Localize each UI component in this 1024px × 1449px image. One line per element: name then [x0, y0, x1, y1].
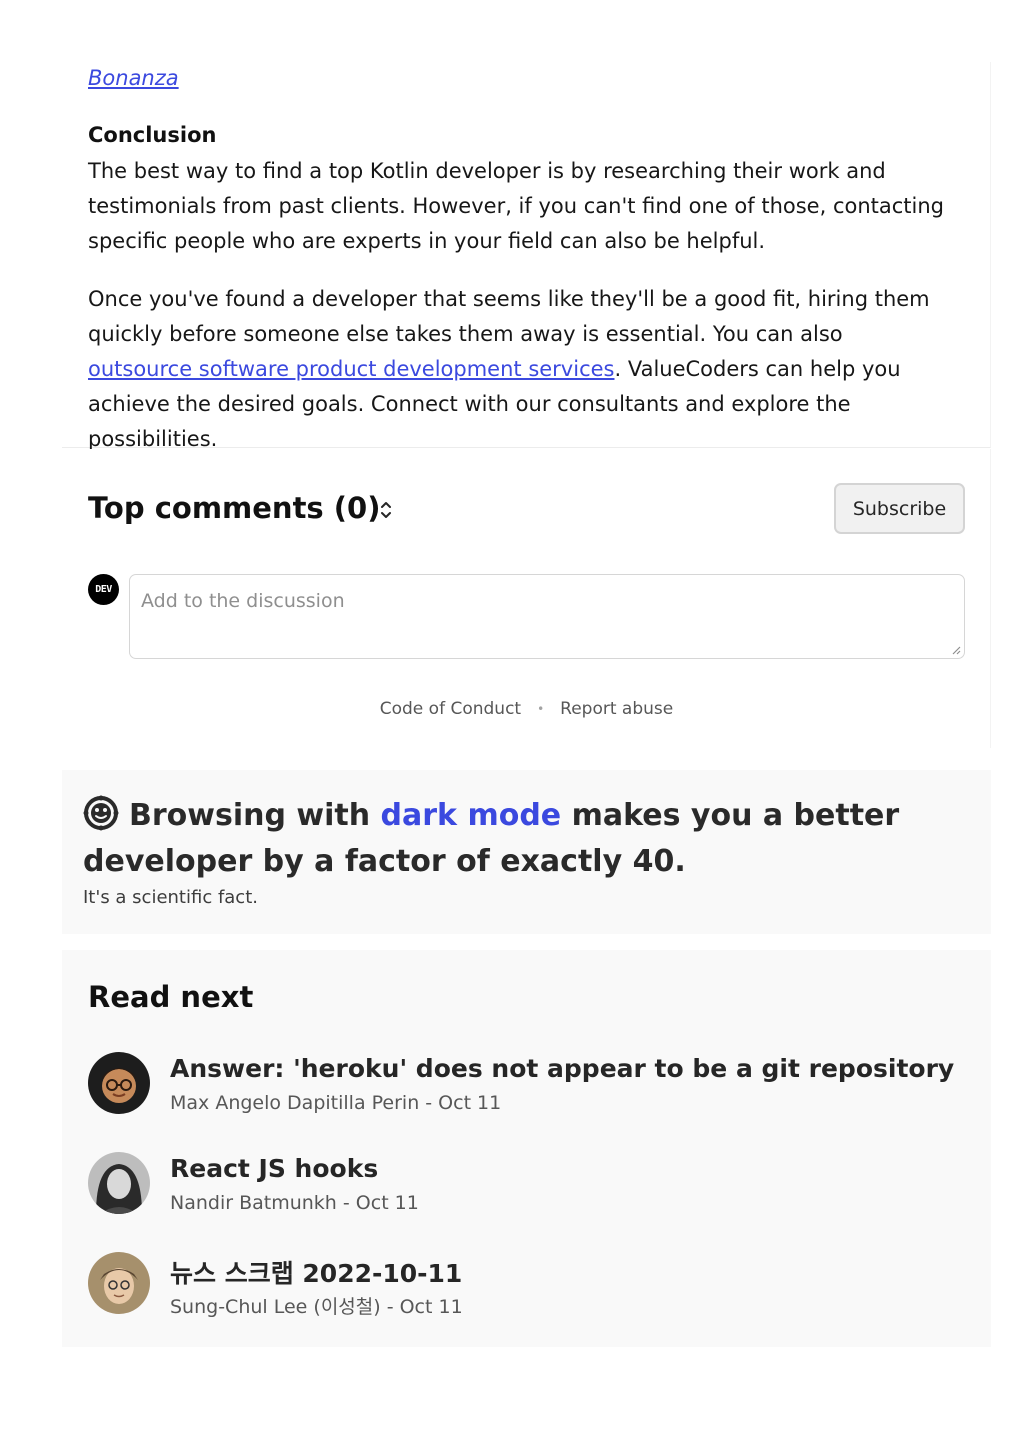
subscribe-button[interactable]: Subscribe	[834, 483, 965, 534]
report-abuse-link[interactable]: Report abuse	[560, 699, 673, 719]
comment-footer-links: Code of Conduct • Report abuse	[62, 699, 991, 719]
read-next-item[interactable]: React JS hooks Nandir Batmunkh - Oct 11	[88, 1152, 968, 1218]
dark-mode-text-start: Browsing with	[129, 798, 381, 833]
closing-text-start: Once you've found a developer that seems…	[88, 287, 930, 346]
dark-mode-subtext: It's a scientific fact.	[83, 887, 258, 908]
author-avatar[interactable]	[88, 1252, 150, 1314]
dark-mode-headline: Browsing with dark mode makes you a bett…	[83, 793, 983, 885]
read-next-meta: Sung-Chul Lee (이성철) - Oct 11	[170, 1296, 463, 1318]
comment-input-placeholder: Add to the discussion	[141, 590, 345, 612]
article-body: Bonanza Conclusion The best way to find …	[62, 62, 991, 451]
read-next-headline[interactable]: React JS hooks	[170, 1154, 378, 1183]
outsource-link[interactable]: outsource software product development s…	[88, 357, 614, 381]
link-separator: •	[537, 702, 545, 716]
code-of-conduct-link[interactable]: Code of Conduct	[380, 699, 521, 719]
author-avatar[interactable]	[88, 1052, 150, 1114]
comment-input[interactable]: Add to the discussion	[129, 574, 965, 659]
dark-mode-banner: Browsing with dark mode makes you a bett…	[62, 770, 991, 934]
resize-grip-icon[interactable]	[951, 645, 961, 655]
dev-avatar: DEV	[88, 574, 119, 605]
read-next-section: Read next Answer: 'heroku' does not appe…	[62, 950, 991, 1347]
read-next-headline[interactable]: 뉴스 스크랩 2022-10-11	[170, 1254, 462, 1290]
author-avatar[interactable]	[88, 1152, 150, 1214]
comments-section: Top comments (0) Subscribe DEV Add to th…	[62, 449, 991, 748]
comments-title: Top comments (0)	[88, 491, 381, 525]
read-next-meta: Nandir Batmunkh - Oct 11	[170, 1192, 419, 1214]
read-next-item[interactable]: Answer: 'heroku' does not appear to be a…	[88, 1052, 968, 1118]
conclusion-paragraph: The best way to find a top Kotlin develo…	[88, 159, 945, 253]
sort-chevrons-icon[interactable]	[376, 499, 396, 521]
read-next-headline[interactable]: Answer: 'heroku' does not appear to be a…	[170, 1054, 954, 1083]
conclusion-heading: Conclusion	[88, 123, 217, 147]
closing-paragraph: Once you've found a developer that seems…	[88, 282, 948, 457]
read-next-title: Read next	[88, 980, 254, 1014]
dark-mode-accent: dark mode	[380, 798, 562, 833]
read-next-meta: Max Angelo Dapitilla Perin - Oct 11	[170, 1092, 502, 1114]
bonanza-link[interactable]: Bonanza	[88, 66, 179, 90]
read-next-item[interactable]: 뉴스 스크랩 2022-10-11 Sung-Chul Lee (이성철) - …	[88, 1252, 968, 1318]
smiley-face-icon	[83, 795, 119, 831]
